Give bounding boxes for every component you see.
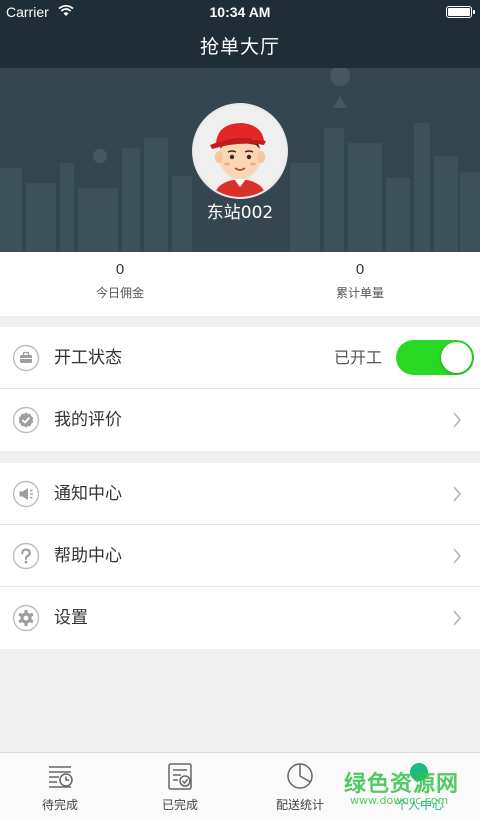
question-icon <box>12 542 40 570</box>
stat-label: 累计单量 <box>335 286 384 300</box>
tab-pending[interactable]: 待完成 <box>0 753 120 820</box>
pending-list-icon <box>49 766 73 788</box>
menu-row-settings[interactable]: 设置 <box>0 587 480 649</box>
stat-total-orders[interactable]: 0 累计单量 <box>240 252 480 301</box>
check-badge-icon <box>12 406 40 434</box>
page-title: 抢单大厅 <box>199 36 280 58</box>
work-status-toggle[interactable] <box>396 340 474 375</box>
chevron-right-icon <box>453 412 462 428</box>
tab-delivery-stats[interactable]: 配送统计 <box>240 753 360 820</box>
briefcase-icon <box>12 344 40 372</box>
profile-banner: 东站002 <box>0 68 480 252</box>
status-bar: Carrier 10:34 AM <box>0 0 480 24</box>
battery-icon <box>446 6 475 18</box>
gear-icon <box>12 604 40 632</box>
avatar-illustration <box>194 105 286 197</box>
menu-label: 帮助中心 <box>54 546 122 566</box>
menu-label: 设置 <box>54 608 88 628</box>
top-bar: Carrier 10:34 AM 抢单大厅 <box>0 0 480 68</box>
status-time: 10:34 AM <box>209 4 271 20</box>
tab-label: 配送统计 <box>275 798 324 812</box>
tab-completed[interactable]: 已完成 <box>120 753 240 820</box>
tab-label: 已完成 <box>161 798 198 812</box>
work-status-text: 已开工 <box>333 348 382 367</box>
menu-section-work: 开工状态 已开工 我的评价 <box>0 327 480 451</box>
watermark-url: www.downcc.com <box>350 794 449 807</box>
menu-label: 通知中心 <box>54 484 122 504</box>
menu-label: 我的评价 <box>54 410 122 430</box>
menu-label: 开工状态 <box>54 348 122 368</box>
toggle-knob <box>441 342 472 373</box>
megaphone-icon <box>12 480 40 508</box>
chevron-right-icon <box>453 610 462 626</box>
stats-panel: 0 今日佣金 0 累计单量 <box>0 252 480 316</box>
menu-row-work-status: 开工状态 已开工 <box>0 327 480 389</box>
stat-today-commission[interactable]: 0 今日佣金 <box>0 252 240 301</box>
tab-label: 待完成 <box>41 798 78 812</box>
menu-row-help[interactable]: 帮助中心 <box>0 525 480 587</box>
completed-list-icon <box>168 763 192 790</box>
chevron-right-icon <box>453 486 462 502</box>
menu-row-notifications[interactable]: 通知中心 <box>0 463 480 525</box>
stat-value: 0 <box>355 261 365 278</box>
stat-label: 今日佣金 <box>95 286 144 300</box>
stat-value: 0 <box>115 261 125 278</box>
user-avatar[interactable] <box>192 103 288 199</box>
username: 东站002 <box>206 203 274 223</box>
menu-section-support: 通知中心 帮助中心 设置 <box>0 463 480 649</box>
pie-chart-icon <box>287 763 313 789</box>
chevron-right-icon <box>453 548 462 564</box>
menu-row-my-reviews[interactable]: 我的评价 <box>0 389 480 451</box>
